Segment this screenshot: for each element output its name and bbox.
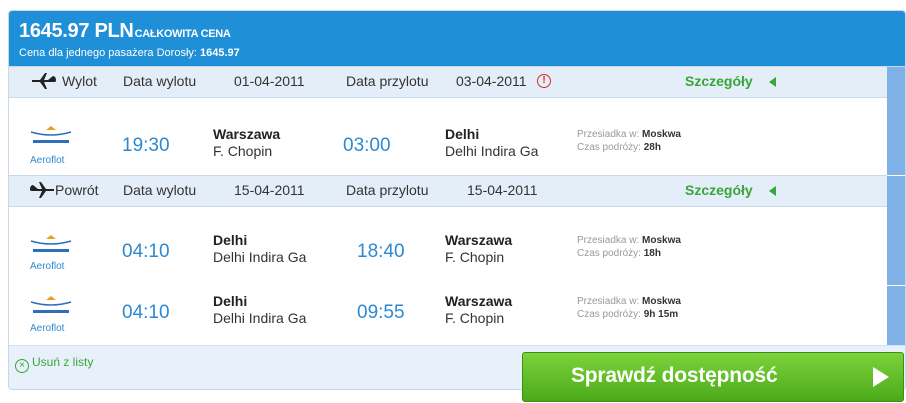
flight-offer-card: 1645.97 PLNCAŁKOWITA CENA Cena dla jedne… [8, 10, 906, 390]
arrival-city: Warszawa [445, 232, 513, 248]
arrival-airport: Delhi Indira Ga [445, 143, 539, 159]
arrival-time: 03:00 [343, 135, 391, 156]
departure-city: Delhi [213, 232, 248, 248]
arrival-city: Delhi [445, 126, 480, 142]
plane-return-icon [30, 182, 54, 198]
per-passenger-price: Cena dla jednego pasażera Dorosły: 1645.… [19, 47, 240, 59]
return-departure-date: 15-04-2011 [234, 182, 305, 198]
departure-city: Delhi [213, 293, 248, 309]
departure-time: 04:10 [122, 302, 170, 323]
departure-time: 04:10 [122, 241, 170, 262]
outbound-departure-date-label: Data wylotu [123, 73, 197, 89]
arrival-city: Warszawa [445, 293, 513, 309]
departure-airport: Delhi Indira Ga [213, 310, 307, 326]
travel-duration: 18h [643, 248, 661, 259]
outbound-section-header: Wylot Data wylotu 01-04-2011 Data przylo… [9, 66, 905, 98]
outbound-arrival-date: 03-04-2011 [456, 73, 527, 89]
play-arrow-icon [873, 367, 889, 387]
per-passenger-value: 1645.97 [200, 47, 240, 59]
transfer-city: Moskwa [642, 296, 681, 307]
select-flight-bar[interactable] [887, 67, 905, 345]
total-price: 1645.97 PLNCAŁKOWITA CENA [19, 20, 231, 42]
departure-city: Warszawa [213, 126, 281, 142]
travel-duration: 9h 15m [643, 309, 679, 320]
total-price-label: CAŁKOWITA CENA [134, 28, 231, 40]
return-arrival-date-label: Data przylotu [346, 182, 429, 198]
check-availability-button[interactable]: Sprawdź dostępność [522, 352, 904, 402]
arrival-airport: F. Chopin [445, 249, 505, 265]
exclamation-circle-icon: ! [537, 74, 551, 88]
transfer-city: Moskwa [642, 235, 681, 246]
aeroflot-logo-icon [30, 296, 72, 313]
outbound-label: Wylot [62, 73, 97, 89]
triangle-left-icon [769, 77, 776, 87]
airline-name: Aeroflot [30, 261, 65, 272]
departure-airport: Delhi Indira Ga [213, 249, 307, 265]
arrival-airport: F. Chopin [445, 310, 505, 326]
check-availability-label: Sprawdź dostępność [571, 364, 778, 387]
remove-from-list-link[interactable]: × Usuń z listy [15, 355, 93, 373]
departure-airport: F. Chopin [213, 143, 273, 159]
price-header: 1645.97 PLNCAŁKOWITA CENA Cena dla jedne… [9, 11, 905, 66]
departure-time: 19:30 [122, 135, 170, 156]
return-label: Powrót [55, 182, 99, 198]
travel-duration: 28h [643, 142, 661, 153]
airline-name: Aeroflot [30, 323, 65, 334]
return-section-header: Powrót Data wylotu 15-04-2011 Data przyl… [9, 175, 905, 207]
aeroflot-logo-icon [30, 235, 72, 252]
outbound-departure-date: 01-04-2011 [234, 73, 305, 89]
triangle-left-icon [769, 186, 776, 196]
arrival-time: 09:55 [357, 302, 405, 323]
plane-departure-icon [32, 73, 56, 89]
arrival-time: 18:40 [357, 241, 405, 262]
return-departure-date-label: Data wylotu [123, 182, 197, 198]
aeroflot-logo-icon [30, 126, 72, 143]
flight-row: Aeroflot 04:10 Delhi Delhi Indira Ga 18:… [9, 224, 879, 284]
outbound-details-link[interactable]: Szczegóły [685, 73, 753, 89]
airline-name: Aeroflot [30, 155, 65, 166]
flight-meta: Przesiadka w: Moskwa Czas podróży: 28h [577, 129, 681, 153]
flight-meta: Przesiadka w: Moskwa Czas podróży: 9h 15… [577, 296, 681, 320]
return-details-link[interactable]: Szczegóły [685, 182, 753, 198]
return-arrival-date: 15-04-2011 [467, 182, 538, 198]
close-circle-icon: × [15, 359, 29, 373]
outbound-arrival-date-label: Data przylotu [346, 73, 429, 89]
flight-row: Aeroflot 04:10 Delhi Delhi Indira Ga 09:… [9, 285, 879, 345]
flight-meta: Przesiadka w: Moskwa Czas podróży: 18h [577, 235, 681, 259]
transfer-city: Moskwa [642, 129, 681, 140]
flight-row: Aeroflot 19:30 Warszawa F. Chopin 03:00 … [9, 115, 879, 175]
